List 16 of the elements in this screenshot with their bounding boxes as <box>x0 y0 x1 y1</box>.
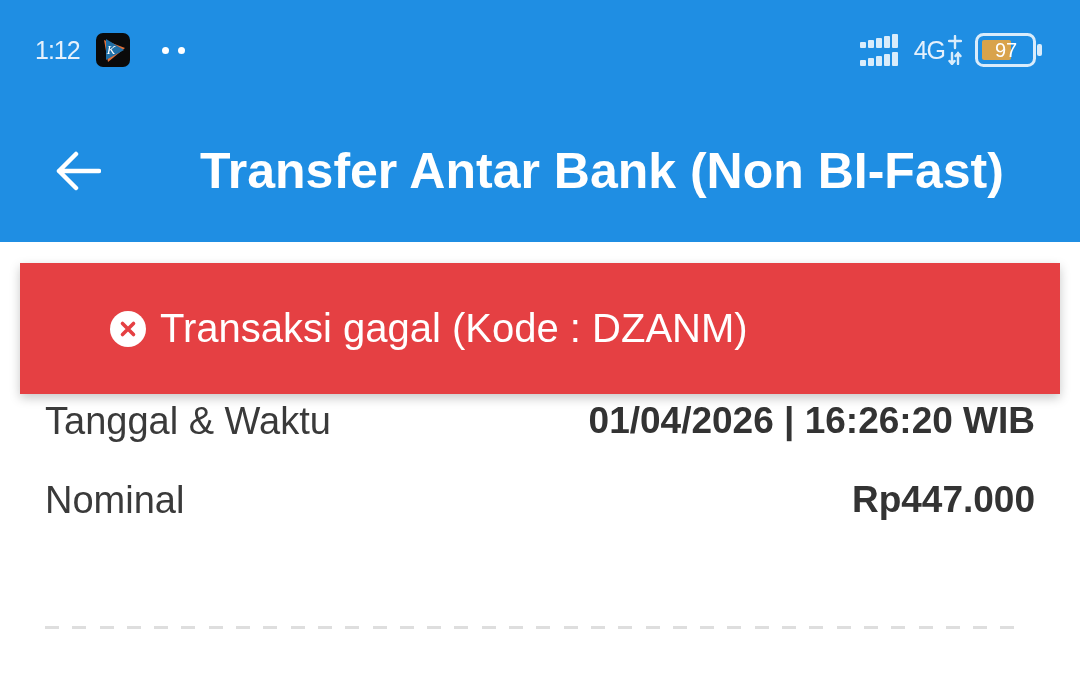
app-icon-letter: K <box>106 42 116 57</box>
app-notification-icon <box>95 33 130 67</box>
error-icon <box>110 310 146 347</box>
network-type: 4G <box>913 35 945 65</box>
more-notifications-icon <box>161 46 185 54</box>
detail-value: 01/04/2026 | 16:26:20 WIB <box>588 399 1035 443</box>
status-time: 1:12 <box>35 35 80 65</box>
detail-label: Nominal <box>45 478 185 522</box>
page-title: Transfer Antar Bank (Non BI-Fast) <box>200 142 1004 200</box>
alert-message: Transaksi gagal (Kode : DZANM) <box>160 306 748 351</box>
detail-label: Tanggal & Waktu <box>45 399 331 443</box>
signal-icon <box>859 34 900 66</box>
back-arrow-icon <box>55 151 101 191</box>
data-activity-icon <box>948 35 962 65</box>
detail-value: Rp447.000 <box>851 478 1035 522</box>
back-button[interactable] <box>55 151 101 191</box>
